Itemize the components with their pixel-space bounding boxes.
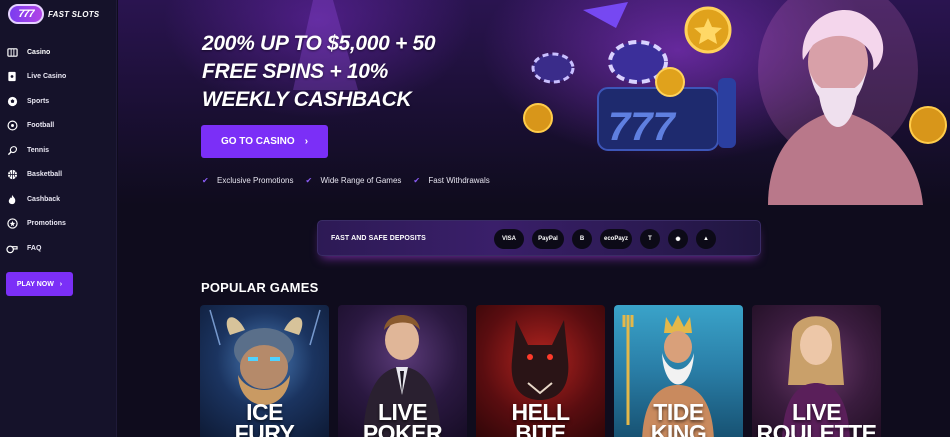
- game-title: TIDE KING: [614, 401, 743, 437]
- crypto-icon: ✺: [668, 229, 688, 249]
- hero-title-line: FREE SPINS + 10%: [202, 60, 389, 83]
- ecopayz-icon: ecoPayz: [600, 229, 632, 249]
- feature-label: Wide Range of Games: [320, 176, 402, 185]
- sidebar-item-label: Promotions: [27, 220, 66, 228]
- feature-item: ✔ Exclusive Promotions: [202, 176, 293, 185]
- game-title-line: FURY: [234, 420, 295, 437]
- chevron-right-icon: ›: [59, 280, 63, 288]
- sidebar-item-label: Cashback: [27, 195, 61, 203]
- tron-icon: ▲: [696, 229, 716, 249]
- game-title-line: POKER: [362, 420, 443, 437]
- logo-text: FAST SLOTS: [48, 9, 100, 19]
- whistle-icon: [6, 242, 18, 254]
- sidebar-item-cashback[interactable]: Cashback: [0, 187, 117, 212]
- hero-title-line: 200% UP TO $5,000 + 50: [202, 32, 436, 55]
- feature-item: ✔ Fast Withdrawals: [413, 176, 489, 185]
- live-casino-icon: [6, 71, 18, 83]
- sidebar-nav: Casino Live Casino Sports Football Tenni…: [0, 40, 117, 261]
- chevron-right-icon: ›: [304, 136, 309, 147]
- sidebar-item-label: Sports: [27, 97, 50, 105]
- check-icon: ✔: [413, 176, 421, 185]
- play-now-button[interactable]: PLAY NOW ›: [6, 272, 73, 296]
- sidebar-item-sports[interactable]: Sports: [0, 89, 117, 114]
- svg-text:777: 777: [608, 105, 676, 149]
- sidebar-item-live-casino[interactable]: Live Casino: [0, 65, 117, 90]
- check-icon: ✔: [202, 176, 209, 185]
- game-title: LIVE ROULETTE: [752, 401, 881, 437]
- hero-title: 200% UP TO $5,000 + 50 FREE SPINS + 10% …: [202, 30, 502, 114]
- hero-title-line: WEEKLY CASHBACK: [202, 88, 412, 111]
- popular-games-title: POPULAR GAMES: [201, 280, 319, 295]
- feature-list: ✔ Exclusive Promotions ✔ Wide Range of G…: [202, 176, 490, 185]
- paypal-icon: PayPal: [532, 229, 564, 249]
- game-title-line: ROULETTE: [756, 420, 877, 437]
- play-now-label: PLAY NOW: [16, 280, 54, 288]
- feature-label: Exclusive Promotions: [217, 176, 294, 185]
- feature-item: ✔ Wide Range of Games: [305, 176, 401, 185]
- game-card-hell-bite[interactable]: HELL BITE: [476, 305, 605, 437]
- sidebar-item-label: Tennis: [27, 146, 50, 154]
- brand-logo[interactable]: 777 FAST SLOTS: [8, 3, 99, 25]
- game-title: HELL BITE: [476, 401, 605, 437]
- sidebar-item-label: Football: [27, 122, 55, 130]
- game-title-line: BITE: [515, 420, 566, 437]
- sidebar-item-label: Basketball: [27, 171, 63, 179]
- game-title-line: KING: [650, 420, 707, 437]
- sidebar-item-promotions[interactable]: Promotions: [0, 212, 117, 237]
- sidebar-item-label: Casino: [27, 48, 51, 56]
- logo-badge: 777: [8, 4, 44, 24]
- football-icon: [6, 120, 18, 132]
- check-icon: ✔: [305, 176, 313, 185]
- sidebar: 777 FAST SLOTS Casino Live Casino Sports: [0, 0, 117, 437]
- sidebar-item-casino[interactable]: Casino: [0, 40, 117, 65]
- bitcoin-icon: B: [572, 229, 592, 249]
- game-card-live-roulette[interactable]: LIVE ROULETTE: [752, 305, 881, 437]
- tennis-icon: [6, 144, 18, 156]
- deposits-label: FAST AND SAFE DEPOSITS: [331, 235, 426, 242]
- sidebar-item-football[interactable]: Football: [0, 114, 117, 139]
- game-title: LIVE POKER: [338, 401, 467, 437]
- casino-icon: [6, 46, 18, 58]
- game-title: ICE FURY: [200, 401, 329, 437]
- sidebar-item-label: Live Casino: [27, 73, 67, 81]
- flame-icon: [6, 193, 18, 205]
- deposits-bar: FAST AND SAFE DEPOSITS VISA PayPal B eco…: [317, 220, 761, 256]
- tether-icon: T: [640, 229, 660, 249]
- gift-icon: [6, 218, 18, 230]
- popular-games-list: ICE FURY LIVE POKER HELL BITE TIDE KING …: [200, 305, 881, 437]
- basketball-icon: [6, 169, 18, 181]
- soccer-ball-icon: [6, 95, 18, 107]
- game-card-live-poker[interactable]: LIVE POKER: [338, 305, 467, 437]
- sidebar-item-faq[interactable]: FAQ: [0, 236, 117, 261]
- feature-label: Fast Withdrawals: [428, 176, 490, 185]
- game-card-tide-king[interactable]: TIDE KING: [614, 305, 743, 437]
- go-to-casino-button[interactable]: GO TO CASINO ›: [201, 125, 328, 158]
- hero-banner: 777 200% UP TO $5,000 + 50 FREE SPINS + …: [118, 0, 950, 205]
- go-to-casino-label: GO TO CASINO: [220, 136, 295, 147]
- game-card-ice-fury[interactable]: ICE FURY: [200, 305, 329, 437]
- payment-methods: VISA PayPal B ecoPayz T ✺ ▲: [494, 229, 716, 249]
- sidebar-item-tennis[interactable]: Tennis: [0, 138, 117, 163]
- visa-icon: VISA: [494, 229, 524, 249]
- sidebar-item-label: FAQ: [27, 244, 42, 252]
- sidebar-item-basketball[interactable]: Basketball: [0, 163, 117, 188]
